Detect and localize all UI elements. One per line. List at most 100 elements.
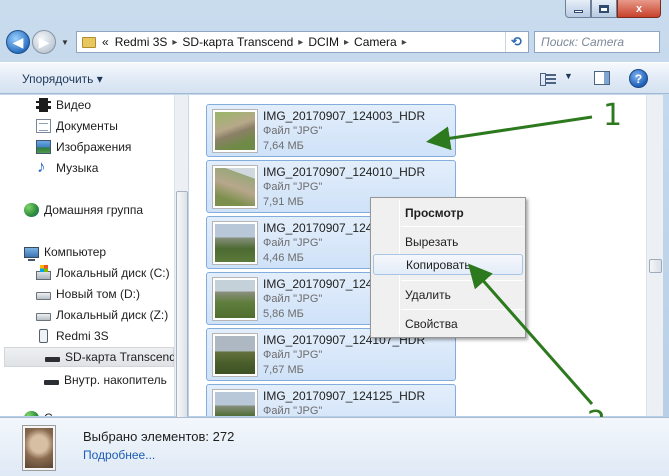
photo-thumbnail xyxy=(212,277,258,321)
file-tile[interactable]: IMG_20170907_124125_HDR Файл "JPG" xyxy=(206,384,456,416)
breadcrumb-separator[interactable]: ▸ xyxy=(170,37,179,48)
maximize-button[interactable] xyxy=(591,0,617,18)
file-name: IMG_20170907_12403 xyxy=(263,277,386,291)
close-icon: x xyxy=(635,2,643,15)
menu-item-view[interactable]: Просмотр xyxy=(373,202,523,223)
nav-item-images[interactable]: Изображения xyxy=(36,137,131,157)
organize-menu[interactable]: Упорядочить ▾ xyxy=(22,72,103,86)
file-list-scrollbar-thumb[interactable] xyxy=(649,259,662,273)
search-input[interactable]: Поиск: Camera xyxy=(534,31,660,53)
internal-storage-icon xyxy=(44,379,59,385)
nav-item-internal-storage[interactable]: Внутр. накопитель xyxy=(44,370,167,390)
nav-item-network[interactable]: С xyxy=(24,408,53,416)
annotation-label-1: 1 xyxy=(603,98,623,133)
images-icon xyxy=(36,140,51,154)
file-type: Файл "JPG" xyxy=(263,237,323,249)
disk-icon xyxy=(36,312,51,321)
breadcrumb-redmi[interactable]: Redmi 3S xyxy=(112,35,171,49)
computer-icon xyxy=(24,246,39,261)
nav-item-disk-d[interactable]: Новый том (D:) xyxy=(36,284,140,304)
arrow-left-icon: ◀ xyxy=(12,33,24,50)
menu-item-cut[interactable]: Вырезать xyxy=(373,231,523,252)
file-list-scrollbar[interactable] xyxy=(646,95,663,416)
address-row: ◀ ▶ ▼ « Redmi 3S ▸ SD-карта Transcend ▸ … xyxy=(0,28,669,75)
photo-thumbnail xyxy=(212,221,258,265)
sd-card-icon xyxy=(45,356,60,362)
toolbar: Упорядочить ▾ ▼ ? xyxy=(0,62,669,94)
file-type: Файл "JPG" xyxy=(263,349,323,361)
breadcrumb-separator[interactable]: ▸ xyxy=(400,37,409,48)
music-icon xyxy=(36,157,51,177)
nav-item-disk-z[interactable]: Локальный диск (Z:) xyxy=(36,305,168,325)
photo-thumbnail xyxy=(212,109,258,153)
nav-item-disk-c[interactable]: Локальный диск (C:) xyxy=(36,263,170,283)
menu-separator xyxy=(401,309,523,310)
file-size: 5,86 МБ xyxy=(263,308,304,320)
menu-separator xyxy=(401,280,523,281)
nav-item-homegroup[interactable]: Домашняя группа xyxy=(24,200,143,220)
refresh-icon: ⟲ xyxy=(511,34,522,49)
minimize-icon xyxy=(573,10,583,13)
file-type: Файл "JPG" xyxy=(263,125,323,137)
file-type: Файл "JPG" xyxy=(263,405,323,416)
file-type: Файл "JPG" xyxy=(263,293,323,305)
minimize-button[interactable] xyxy=(565,0,591,18)
nav-item-documents[interactable]: Документы xyxy=(36,116,118,136)
disk-icon xyxy=(36,291,51,300)
selection-thumbnail xyxy=(22,425,56,471)
close-button[interactable]: x xyxy=(617,0,661,18)
file-name: IMG_20170907_124010_HDR xyxy=(263,165,426,179)
nav-item-music[interactable]: Музыка xyxy=(36,157,98,178)
photo-thumbnail xyxy=(212,389,258,416)
recent-pages-dropdown[interactable]: ▼ xyxy=(61,38,69,47)
documents-icon xyxy=(36,119,51,133)
file-name: IMG_20170907_124003_HDR xyxy=(263,109,426,123)
photo-thumbnail xyxy=(212,333,258,377)
network-icon xyxy=(24,411,39,416)
forward-button[interactable]: ▶ xyxy=(32,30,56,54)
breadcrumb-separator[interactable]: ▸ xyxy=(342,37,351,48)
details-link[interactable]: Подробнее... xyxy=(83,448,155,462)
file-size: 7,64 МБ xyxy=(263,140,304,152)
preview-pane-icon[interactable] xyxy=(594,71,610,85)
breadcrumb-sd-card[interactable]: SD-карта Transcend xyxy=(179,35,296,49)
maximize-icon xyxy=(599,4,609,13)
windows-disk-icon xyxy=(36,264,51,280)
change-view-icon[interactable] xyxy=(540,72,556,86)
details-pane: Выбрано элементов: 272 Подробнее... xyxy=(0,417,669,476)
menu-item-delete[interactable]: Удалить xyxy=(373,284,523,305)
file-size: 7,91 МБ xyxy=(263,196,304,208)
file-tile[interactable]: IMG_20170907_124003_HDR Файл "JPG" 7,64 … xyxy=(206,104,456,157)
photo-thumbnail xyxy=(212,165,258,209)
file-type: Файл "JPG" xyxy=(263,181,323,193)
address-bar[interactable]: « Redmi 3S ▸ SD-карта Transcend ▸ DCIM ▸… xyxy=(76,31,529,53)
menu-item-copy[interactable]: Копировать xyxy=(373,254,523,275)
breadcrumb-dcim[interactable]: DCIM xyxy=(305,35,342,49)
nav-item-video[interactable]: Видео xyxy=(36,95,91,115)
menu-item-properties[interactable]: Свойства xyxy=(373,313,523,334)
navigation-pane: Видео Документы Изображения Музыка Домаш… xyxy=(0,95,188,416)
nav-item-redmi[interactable]: Redmi 3S xyxy=(36,326,109,346)
window-controls: x xyxy=(565,0,661,18)
selected-count: Выбрано элементов: 272 xyxy=(83,429,235,444)
refresh-button[interactable]: ⟲ xyxy=(505,32,527,52)
homegroup-icon xyxy=(24,203,39,217)
views-dropdown[interactable]: ▼ xyxy=(564,71,573,81)
back-button[interactable]: ◀ xyxy=(6,30,30,54)
breadcrumb-overflow[interactable]: « xyxy=(99,35,112,49)
arrow-right-icon: ▶ xyxy=(38,33,50,50)
navigation-scrollbar[interactable] xyxy=(174,95,188,469)
breadcrumb-camera[interactable]: Camera xyxy=(351,35,400,49)
nav-item-sd-card[interactable]: SD-карта Transcend xyxy=(4,347,176,367)
nav-item-computer[interactable]: Компьютер xyxy=(24,242,106,262)
help-icon[interactable]: ? xyxy=(629,69,648,88)
breadcrumb-separator[interactable]: ▸ xyxy=(296,37,305,48)
menu-separator xyxy=(401,226,523,227)
file-size: 7,67 МБ xyxy=(263,364,304,376)
file-size: 4,46 МБ xyxy=(263,252,304,264)
file-name: IMG_20170907_12401 xyxy=(263,221,386,235)
folder-icon xyxy=(82,36,96,48)
video-icon xyxy=(36,98,51,112)
file-name: IMG_20170907_124125_HDR xyxy=(263,389,426,403)
phone-icon xyxy=(39,329,48,343)
